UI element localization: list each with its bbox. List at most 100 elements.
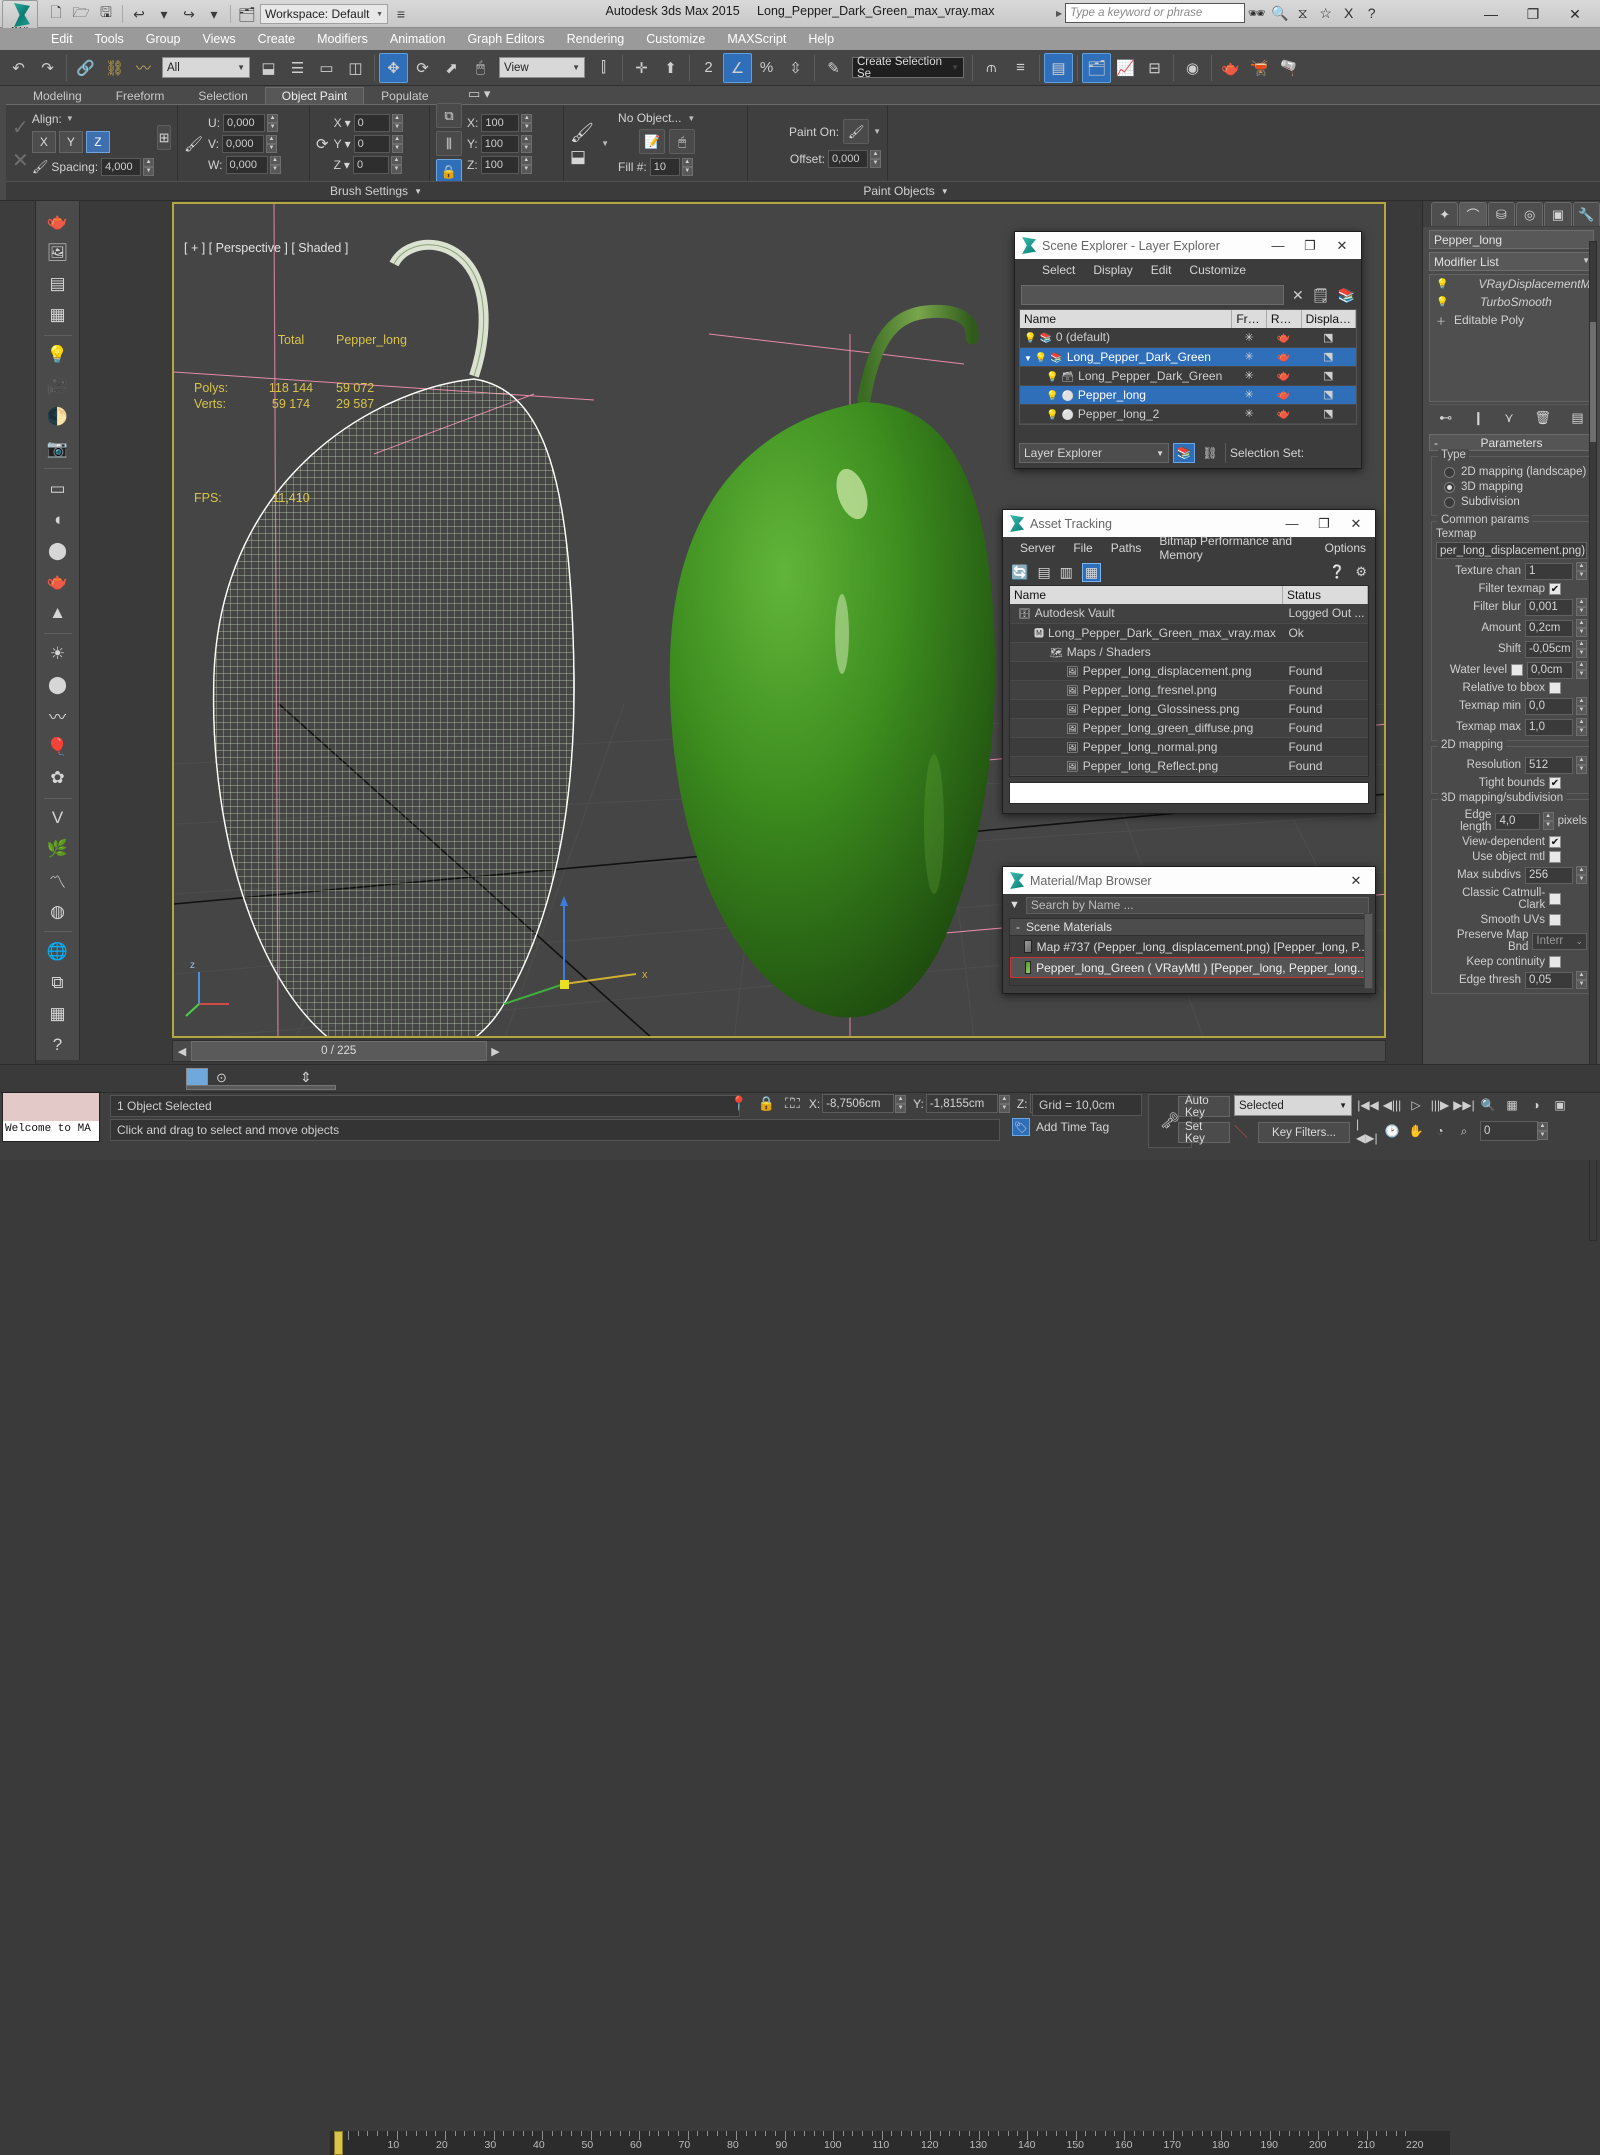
- display-tab[interactable]: ▣: [1544, 202, 1572, 226]
- help-icon[interactable]: ?: [41, 1031, 75, 1060]
- col-asset-name[interactable]: Name: [1010, 586, 1283, 604]
- param-dropdown[interactable]: Interr ⌄: [1532, 932, 1587, 950]
- pick-object-icon[interactable]: 🖱: [669, 129, 696, 154]
- help-circle-icon[interactable]: ?: [1360, 2, 1383, 24]
- menu-item-modifiers[interactable]: Modifiers: [306, 30, 379, 48]
- asset-tracking-row[interactable]: 🖼 Pepper_long_Glossiness.png Found: [1010, 699, 1368, 719]
- schematic-view-icon[interactable]: ⊟: [1140, 53, 1169, 83]
- radio-icon[interactable]: [1444, 481, 1455, 493]
- light-bulb-icon[interactable]: 💡: [1046, 410, 1058, 421]
- modify-tab[interactable]: ⌒: [1459, 202, 1487, 226]
- select-and-move-icon[interactable]: ✥: [379, 52, 408, 83]
- param-spinner[interactable]: ▲ ▼: [1576, 562, 1587, 580]
- scene-explorer-search-input[interactable]: [1021, 285, 1285, 305]
- use-selection-center-icon[interactable]: ✛: [627, 53, 656, 83]
- add-time-tag-label[interactable]: Add Time Tag: [1036, 1120, 1109, 1134]
- rotation-z-input[interactable]: 0: [352, 155, 389, 174]
- asset-name-cell[interactable]: 🅼 Long_Pepper_Dark_Green_max_vray.max: [1010, 623, 1283, 643]
- sun-icon[interactable]: ☀: [41, 639, 75, 668]
- param-input[interactable]: 512: [1525, 756, 1573, 774]
- checkbox-icon[interactable]: [1549, 956, 1561, 968]
- key-filter-toggle-icon[interactable]: ＼: [1234, 1122, 1252, 1142]
- sphere-primitive-icon[interactable]: ⬤: [41, 537, 75, 566]
- workspace-dropdown[interactable]: Workspace: Default ▼: [260, 4, 388, 24]
- hair-fur-icon[interactable]: 〽: [41, 866, 75, 895]
- asset-tracking-path-field[interactable]: [1009, 782, 1369, 804]
- bind-to-spacewarp-icon[interactable]: 〰: [129, 53, 158, 83]
- at-menu-bitmap-performance-and-memory[interactable]: Bitmap Performance and Memory: [1150, 532, 1315, 564]
- scene-materials-group-header[interactable]: - Scene Materials: [1010, 919, 1368, 936]
- menu-item-graph-editors[interactable]: Graph Editors: [456, 30, 555, 48]
- select-and-scale-icon[interactable]: ⬈: [437, 53, 466, 83]
- spinner-snap-toggle-icon[interactable]: ⇳: [781, 53, 810, 83]
- scale-z-input[interactable]: 100: [480, 155, 519, 174]
- mini-curve-editor-icon[interactable]: ⊙: [216, 1070, 227, 1086]
- modifier-stack-item[interactable]: 💡 TurboSmooth: [1430, 293, 1593, 311]
- cancel-x-icon[interactable]: ✕: [12, 148, 29, 173]
- mirror-icon[interactable]: ⬆: [656, 53, 685, 83]
- scene-explorer-row[interactable]: 💡 ⚪ Pepper_long ✳ 🫖 ⬔: [1020, 385, 1356, 405]
- select-by-name-icon[interactable]: ☰: [283, 53, 312, 83]
- ribbon-overflow-icon[interactable]: ▭ ▾: [468, 86, 490, 102]
- pin-stack-icon[interactable]: ⊷: [1439, 410, 1452, 426]
- render-setup-list-icon[interactable]: ▤: [41, 269, 75, 298]
- refresh-icon[interactable]: 🔄: [1011, 564, 1028, 581]
- align-dropdown-icon[interactable]: ▼: [66, 114, 74, 123]
- time-slider[interactable]: ◀ 0 / 225 ▶: [172, 1040, 1386, 1062]
- light-icon[interactable]: 💡: [41, 341, 75, 370]
- param-input[interactable]: 0,001: [1525, 598, 1573, 616]
- scene-explorer-icon[interactable]: 🗂: [1082, 52, 1111, 83]
- align-options-icon[interactable]: ⊞: [157, 125, 171, 150]
- layer-view-toggle-icon[interactable]: 📚: [1173, 443, 1195, 463]
- radio-icon[interactable]: [1444, 466, 1455, 478]
- asset-tracking-row[interactable]: 🅼 Long_Pepper_Dark_Green_max_vray.max Ok: [1010, 623, 1368, 643]
- checkbox-icon[interactable]: [1549, 682, 1561, 694]
- track-bar-hscroll[interactable]: [186, 1085, 336, 1090]
- particle-icon[interactable]: ✿: [41, 764, 75, 793]
- chevron-down-icon[interactable]: ▾: [344, 158, 350, 172]
- subscription-icon[interactable]: ⧖: [1291, 2, 1314, 24]
- offset-w-input[interactable]: 0,000: [225, 155, 268, 174]
- motion-tab[interactable]: ◎: [1515, 202, 1544, 226]
- selection-filter-dropdown[interactable]: All ▼: [162, 57, 250, 78]
- object-picker-label[interactable]: No Object...: [618, 111, 681, 125]
- param-spinner[interactable]: ▲ ▼: [1576, 756, 1587, 774]
- clear-search-icon[interactable]: ✕: [1292, 287, 1304, 304]
- mirror-tool-icon[interactable]: ⫙: [977, 53, 1006, 83]
- save-file-icon[interactable]: 🖫: [94, 3, 118, 25]
- brush-dropdown-icon[interactable]: ▼: [601, 139, 609, 148]
- offset-w-spinner[interactable]: ▲ ▼: [269, 155, 281, 174]
- render-teapot-icon[interactable]: 🫖: [1266, 404, 1302, 424]
- edit-object-list-icon[interactable]: 📝: [639, 129, 666, 154]
- make-unique-icon[interactable]: ⋎: [1504, 410, 1514, 426]
- ribbon-tab-selection[interactable]: Selection: [181, 87, 264, 104]
- track-bar[interactable]: ⊙ ⇕ 10 20 30 40 50 60 70 80 90 100 110 120 130 140 150…: [0, 1064, 1600, 2155]
- grid-icon[interactable]: ▦: [41, 1000, 75, 1029]
- filter-icon[interactable]: ▼: [1009, 899, 1020, 911]
- asset-name-cell[interactable]: 🖼 Pepper_long_normal.png: [1010, 737, 1283, 757]
- menu-item-edit[interactable]: Edit: [40, 30, 84, 48]
- render-preview-icon[interactable]: 🖼: [41, 238, 75, 267]
- checkbox-icon[interactable]: [1549, 893, 1562, 905]
- effects-camera-icon[interactable]: 📷: [41, 434, 75, 463]
- spacing-input[interactable]: 4,000: [101, 157, 142, 176]
- selection-lock-pin-icon[interactable]: 📍: [730, 1095, 747, 1112]
- use-pivot-point-center-icon[interactable]: ⫿: [589, 53, 618, 83]
- light-bulb-icon[interactable]: 💡: [1046, 372, 1058, 383]
- asset-name-cell[interactable]: 🗺 Maps / Shaders: [1010, 642, 1283, 662]
- spacing-spinner[interactable]: ▲ ▼: [143, 157, 155, 176]
- material-list-item[interactable]: Pepper_long_Green ( VRayMtl ) [Pepper_lo…: [1010, 957, 1368, 978]
- explorer-mode-dropdown[interactable]: Layer Explorer ▼: [1019, 443, 1169, 463]
- undo-icon[interactable]: ↶: [4, 53, 33, 83]
- rectangular-selection-region-icon[interactable]: ▭: [312, 53, 341, 83]
- key-value-spinner[interactable]: ▲ ▼: [1537, 1122, 1548, 1140]
- freeze-snowflake-icon[interactable]: ✳: [1231, 404, 1267, 424]
- unlink-selection-icon[interactable]: ⛓: [100, 53, 129, 83]
- sphere-gizmo-icon[interactable]: ⬤: [41, 670, 75, 699]
- se-menu-select[interactable]: Select: [1033, 261, 1084, 279]
- new-file-icon[interactable]: 🗋: [44, 3, 68, 25]
- time-slider-next-icon[interactable]: ▶: [487, 1041, 505, 1061]
- listener-pink-area[interactable]: [3, 1093, 99, 1121]
- fill-input[interactable]: 10: [649, 158, 680, 176]
- scale-x-spinner[interactable]: ▲ ▼: [521, 113, 533, 132]
